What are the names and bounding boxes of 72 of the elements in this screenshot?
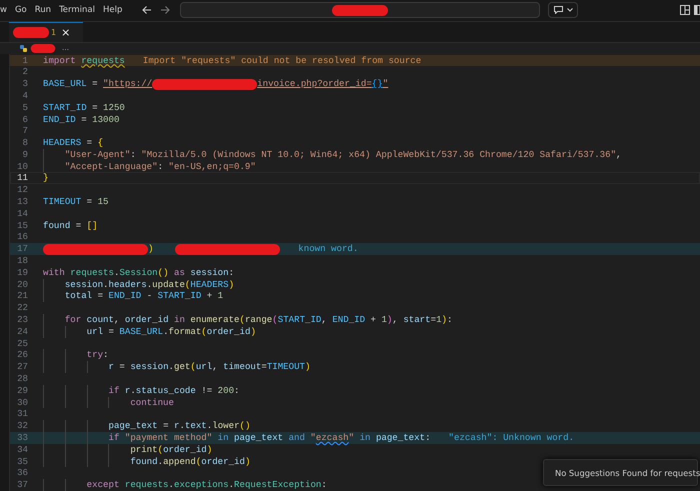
menu-item[interactable]: Run [30, 5, 56, 16]
line-number: 32 [16, 420, 28, 432]
line-number: 4 [22, 90, 28, 102]
line-number: 16 [16, 231, 28, 244]
inline-diagnostic: "ezcash": Unknown word. [448, 432, 574, 444]
inline-diagnostic: Import "requests" could not be resolved from source [142, 54, 422, 66]
python-file-icon [20, 44, 27, 52]
code-line: found = [] [43, 220, 98, 232]
editor-tab[interactable]: 1 × [9, 22, 83, 42]
chat-icon [554, 6, 563, 14]
command-center-field[interactable] [180, 2, 540, 18]
line-number: 31 [16, 408, 28, 420]
line-number: 33 [16, 432, 28, 444]
code-line: END_ID = 13000 [43, 114, 120, 126]
line-number: 1 [22, 54, 28, 66]
chat-button[interactable] [548, 2, 578, 18]
line-number: 30 [16, 396, 28, 408]
back-arrow-icon[interactable] [142, 5, 152, 16]
line-number: 22 [16, 302, 28, 314]
line-number: 23 [16, 314, 28, 326]
code-line: HEADERS = { [43, 137, 104, 149]
menu-item[interactable]: Help [98, 5, 126, 16]
code-text: ) [148, 243, 154, 256]
line-number: 14 [16, 208, 28, 220]
line-number: 18 [16, 255, 28, 267]
line-number: 17 [16, 243, 28, 256]
line-number: 6 [22, 114, 28, 126]
line-number: 5 [22, 102, 28, 114]
line-number: 15 [16, 220, 28, 232]
line-number: 34 [16, 444, 28, 456]
line-number: 21 [16, 290, 28, 302]
forward-arrow-icon[interactable] [160, 5, 170, 16]
redaction-mark [13, 26, 49, 38]
close-button[interactable]: × [61, 26, 70, 39]
line-number: 7 [22, 125, 28, 138]
line-number: 19 [16, 266, 28, 279]
line-number: 3 [22, 78, 28, 90]
line-number: 20 [16, 278, 28, 290]
line-number: 2 [22, 66, 28, 78]
chevron-down-icon [566, 8, 573, 12]
code-line: import requests [43, 54, 125, 66]
code-line: } [43, 172, 48, 184]
problem-count: 1 [51, 28, 56, 37]
menu-item[interactable]: Terminal [55, 5, 99, 16]
line-number: 26 [16, 349, 28, 362]
code-text: invoice.php?order_id={}" [257, 78, 388, 90]
line-number: 29 [16, 384, 28, 397]
line-number: 8 [22, 137, 28, 149]
layout-icon[interactable] [680, 5, 690, 16]
line-number: 35 [16, 456, 28, 468]
sidebar-toggle-icon[interactable] [694, 5, 700, 16]
line-number: 36 [16, 467, 28, 480]
line-number: 25 [16, 338, 28, 350]
line-number: 37 [16, 479, 28, 491]
menu-item[interactable]: w [0, 5, 11, 16]
line-number: 9 [22, 148, 28, 161]
redaction-mark [332, 4, 388, 16]
line-number: 13 [16, 196, 28, 208]
line-number: 10 [16, 160, 28, 172]
redaction-mark [28, 44, 58, 53]
code-line: START_ID = 1250 [43, 102, 125, 114]
line-number: 24 [16, 326, 28, 338]
code-line: with requests.Session() as session: [43, 266, 234, 279]
line-number: 11 [16, 172, 28, 184]
line-number: 12 [16, 184, 28, 196]
inline-diagnostic: known word. [298, 243, 358, 256]
code-text: BASE_URL = "https:// [43, 78, 152, 90]
code-line: TIMEOUT = 15 [43, 196, 108, 208]
notification-message: No Suggestions Found for requests [555, 468, 700, 478]
line-number: 28 [16, 373, 28, 385]
line-number: 27 [16, 361, 28, 374]
menu-item[interactable]: Go [10, 5, 31, 16]
